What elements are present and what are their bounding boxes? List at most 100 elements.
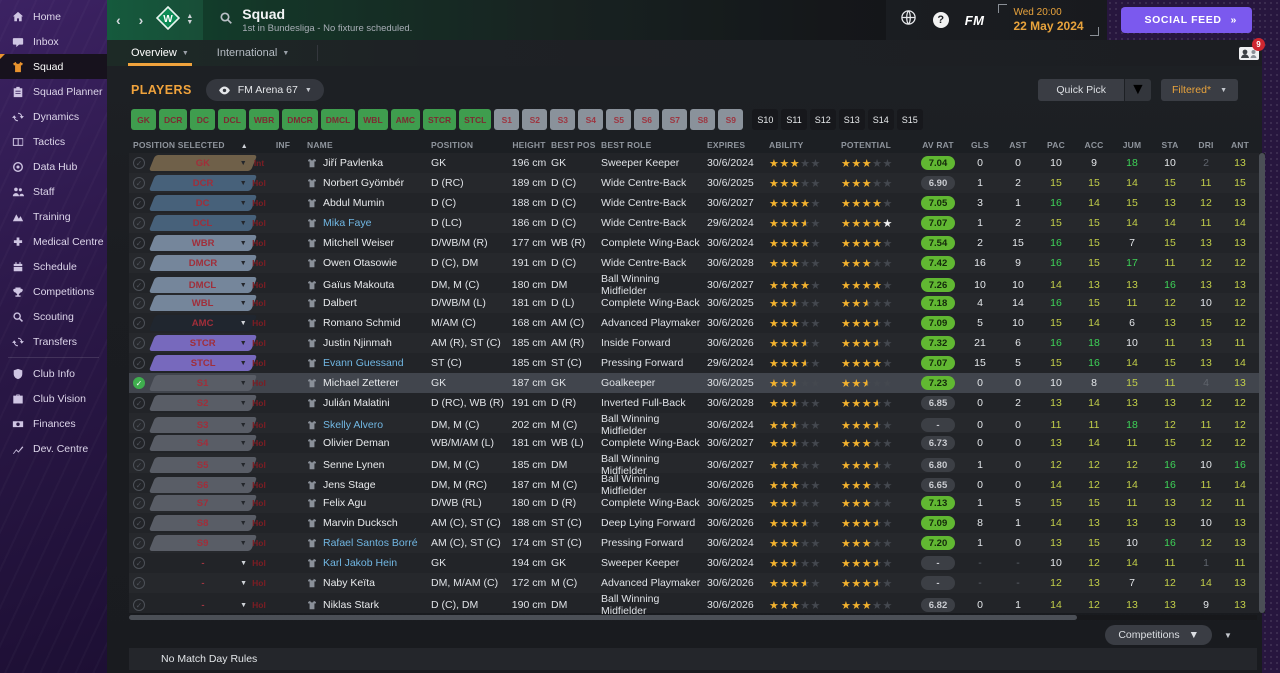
position-selected-dropdown[interactable]: S5 ▼ bbox=[148, 457, 258, 473]
player-row[interactable]: ✓ WBR ▼ Hol Mitchell Weiser D/WB/M (R) 177 cm W… bbox=[129, 233, 1265, 253]
sidebar-item-staff[interactable]: Staff bbox=[0, 179, 107, 204]
column-header-height[interactable]: HEIGHT bbox=[507, 140, 551, 150]
row-check-icon[interactable]: ✓ bbox=[133, 397, 145, 409]
nav-back-button[interactable]: ‹ bbox=[107, 12, 130, 28]
position-selected-dropdown[interactable]: DCL ▼ bbox=[148, 215, 258, 231]
position-filter-s11[interactable]: S11 bbox=[781, 109, 807, 130]
position-filter-s8[interactable]: S8 bbox=[690, 109, 716, 130]
player-name[interactable]: Dalbert bbox=[323, 297, 357, 309]
player-row[interactable]: ✓ GK ▼ Int Jiří Pavlenka GK 196 cm GK Sweeper Ke… bbox=[129, 153, 1265, 173]
column-header-av-rat[interactable]: AV RAT bbox=[915, 140, 961, 150]
position-filter-s10[interactable]: S10 bbox=[752, 109, 779, 130]
collapse-panel-button[interactable]: ▼ bbox=[1218, 625, 1238, 645]
player-row[interactable]: ✓ - ▼ Hol Niklas Stark D (C), DM 190 cm DM Ball … bbox=[129, 593, 1265, 617]
player-row[interactable]: ✓ - ▼ Hol Karl Jakob Hein GK 194 cm GK Sweeper K… bbox=[129, 553, 1265, 573]
row-check-icon[interactable]: ✓ bbox=[133, 557, 145, 569]
sidebar-item-club-vision[interactable]: Club Vision bbox=[0, 386, 107, 411]
position-filter-stcr[interactable]: STCR bbox=[423, 109, 457, 130]
player-row[interactable]: ✓ STCL ▼ Hol Evann Guessand ST (C) 185 cm ST (C… bbox=[129, 353, 1265, 373]
position-filter-dc[interactable]: DC bbox=[190, 109, 216, 130]
column-header-inf[interactable]: INF bbox=[259, 140, 307, 150]
player-name[interactable]: Romano Schmid bbox=[323, 317, 401, 329]
player-name[interactable]: Norbert Gyömbér bbox=[323, 177, 404, 189]
sidebar-item-transfers[interactable]: Transfers bbox=[0, 329, 107, 354]
horizontal-scrollbar[interactable] bbox=[129, 615, 1257, 620]
club-switcher-chevrons-icon[interactable]: ▲ ▼ bbox=[186, 13, 193, 26]
position-selected-dropdown[interactable]: AMC ▼ bbox=[148, 315, 258, 331]
position-selected-dropdown[interactable]: S6 ▼ bbox=[148, 477, 258, 493]
sidebar-item-dev-centre[interactable]: Dev. Centre bbox=[0, 436, 107, 461]
position-filter-amc[interactable]: AMC bbox=[390, 109, 420, 130]
player-row[interactable]: ✓ DMCL ▼ Hol Gaïus Makouta DM, M (C) 180 cm DM B… bbox=[129, 273, 1265, 297]
position-selected-dropdown[interactable]: S8 ▼ bbox=[148, 515, 258, 531]
vertical-scrollbar[interactable] bbox=[1259, 153, 1265, 613]
position-selected-dropdown[interactable]: S1 ▼ bbox=[148, 375, 258, 391]
position-filter-s9[interactable]: S9 bbox=[718, 109, 744, 130]
row-check-icon[interactable]: ✓ bbox=[133, 197, 145, 209]
position-filter-wbr[interactable]: WBR bbox=[248, 109, 280, 130]
sidebar-item-squad[interactable]: Squad bbox=[0, 54, 107, 79]
row-check-icon[interactable]: ✓ bbox=[133, 419, 145, 431]
column-header-sta[interactable]: STA bbox=[1151, 140, 1189, 150]
social-feed-button[interactable]: SOCIAL FEED » bbox=[1120, 7, 1252, 33]
row-check-icon[interactable]: ✓ bbox=[133, 177, 145, 189]
row-check-icon[interactable]: ✓ bbox=[133, 217, 145, 229]
sidebar-item-home[interactable]: Home bbox=[0, 4, 107, 29]
position-selected-dropdown[interactable]: GK ▼ bbox=[148, 155, 258, 171]
row-check-icon[interactable]: ✓ bbox=[133, 257, 145, 269]
position-filter-dcl[interactable]: DCL bbox=[218, 109, 246, 130]
position-filter-s15[interactable]: S15 bbox=[896, 109, 923, 130]
position-selected-dropdown[interactable]: DMCR ▼ bbox=[148, 255, 258, 271]
row-check-icon[interactable]: ✓ bbox=[133, 537, 145, 549]
player-name[interactable]: Gaïus Makouta bbox=[323, 279, 394, 291]
position-selected-dropdown[interactable]: WBL ▼ bbox=[148, 295, 258, 311]
tab-overview[interactable]: Overview ▼ bbox=[128, 40, 192, 66]
position-selected-dropdown[interactable]: WBR ▼ bbox=[148, 235, 258, 251]
column-header-name[interactable]: NAME bbox=[307, 140, 431, 150]
player-name[interactable]: Skelly Alvero bbox=[323, 419, 383, 431]
player-row[interactable]: ✓ S6 ▼ Hol Jens Stage DM, M (RC) 187 cm M (C) Ba… bbox=[129, 473, 1265, 497]
sidebar-item-scouting[interactable]: Scouting bbox=[0, 304, 107, 329]
tab-international[interactable]: International ▼ bbox=[217, 40, 289, 66]
player-row[interactable]: ✓ S3 ▼ Hol Skelly Alvero DM, M (C) 202 cm M (C)… bbox=[129, 413, 1265, 437]
position-selected-dropdown[interactable]: DC ▼ bbox=[148, 195, 258, 211]
player-row[interactable]: ✓ S1 ▼ Hol Michael Zetterer GK 187 cm GK Goalkee… bbox=[129, 373, 1265, 393]
position-selected-dropdown[interactable]: DMCL ▼ bbox=[148, 277, 258, 293]
sidebar-item-competitions[interactable]: Competitions bbox=[0, 279, 107, 304]
social-notifications-icon[interactable]: 9 bbox=[1238, 38, 1265, 61]
player-name[interactable]: Rafael Santos Borré bbox=[323, 537, 418, 549]
nav-forward-button[interactable]: › bbox=[130, 12, 153, 28]
player-name[interactable]: Marvin Ducksch bbox=[323, 517, 398, 529]
position-selected-dropdown[interactable]: S4 ▼ bbox=[148, 435, 258, 451]
position-selected-dropdown[interactable]: - ▼ bbox=[152, 575, 254, 591]
player-row[interactable]: ✓ AMC ▼ Hol Romano Schmid M/AM (C) 168 cm AM (C… bbox=[129, 313, 1265, 333]
column-header-ability[interactable]: ABILITY bbox=[769, 140, 841, 150]
player-name[interactable]: Olivier Deman bbox=[323, 437, 390, 449]
player-name[interactable]: Julián Malatini bbox=[323, 397, 390, 409]
row-check-icon[interactable]: ✓ bbox=[133, 357, 145, 369]
sidebar-item-inbox[interactable]: Inbox bbox=[0, 29, 107, 54]
column-header-best-pos[interactable]: BEST POS bbox=[551, 140, 601, 150]
player-name[interactable]: Abdul Mumin bbox=[323, 197, 384, 209]
sidebar-item-club-info[interactable]: Club Info bbox=[0, 361, 107, 386]
sidebar-item-dynamics[interactable]: Dynamics bbox=[0, 104, 107, 129]
player-name[interactable]: Mika Faye bbox=[323, 217, 371, 229]
sidebar-item-schedule[interactable]: Schedule bbox=[0, 254, 107, 279]
player-name[interactable]: Karl Jakob Hein bbox=[323, 557, 397, 569]
player-name[interactable]: Niklas Stark bbox=[323, 599, 379, 611]
row-check-icon[interactable]: ✓ bbox=[133, 437, 145, 449]
row-check-icon[interactable]: ✓ bbox=[133, 297, 145, 309]
row-check-icon[interactable]: ✓ bbox=[133, 517, 145, 529]
player-name[interactable]: Jiří Pavlenka bbox=[323, 157, 383, 169]
column-header-ant[interactable]: ANT bbox=[1223, 140, 1257, 150]
column-header-jum[interactable]: JUM bbox=[1113, 140, 1151, 150]
search-icon[interactable] bbox=[219, 11, 233, 30]
position-filter-dcr[interactable]: DCR bbox=[159, 109, 188, 130]
column-header-position[interactable]: POSITION bbox=[431, 140, 507, 150]
position-filter-stcl[interactable]: STCL bbox=[459, 109, 492, 130]
position-filter-s2[interactable]: S2 bbox=[522, 109, 548, 130]
position-filter-s13[interactable]: S13 bbox=[838, 109, 865, 130]
row-check-icon[interactable]: ✓ bbox=[133, 317, 145, 329]
player-name[interactable]: Felix Agu bbox=[323, 497, 366, 509]
player-name[interactable]: Mitchell Weiser bbox=[323, 237, 394, 249]
